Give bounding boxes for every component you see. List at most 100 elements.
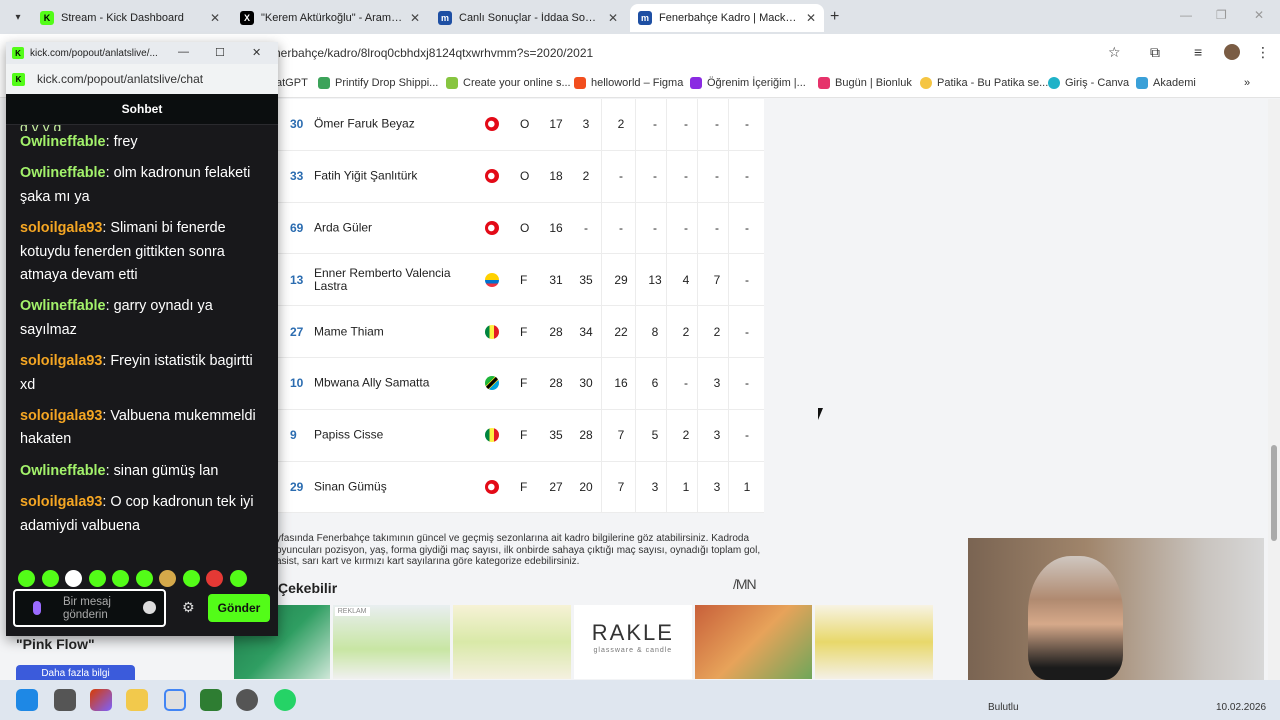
minimize-icon[interactable]: — (178, 46, 189, 58)
table-row[interactable]: 27 Mame Thiam F 28 34 22 8 2 2- (276, 306, 764, 358)
bookmark-item[interactable]: Öğrenim İçeriğim |... (690, 77, 806, 89)
file-explorer-icon[interactable] (126, 689, 148, 711)
bookmark-item[interactable]: Patika - Bu Patika se... (920, 77, 1048, 89)
menu-icon[interactable]: ⋮ (1256, 44, 1270, 61)
maximize-icon[interactable]: ❐ (1216, 8, 1227, 22)
mouse-cursor (818, 408, 828, 420)
emote-icon[interactable] (229, 570, 247, 587)
tab-canli-sonuclar[interactable]: m Canlı Sonuçlar - İddaa Sonuçları ✕ (430, 4, 626, 32)
chat-username[interactable]: Owlineffable (20, 165, 106, 181)
windows-start-icon[interactable] (16, 689, 38, 711)
page-scrollbar[interactable] (1268, 99, 1280, 680)
table-row[interactable]: 69 Arda Güler O 16- - - - - - (276, 202, 764, 255)
obs-icon[interactable] (236, 689, 258, 711)
more-bookmarks-icon[interactable]: » (1244, 77, 1250, 89)
player-name[interactable]: Papiss Cisse (314, 428, 464, 442)
profile-avatar[interactable] (1224, 44, 1240, 60)
send-button[interactable]: Gönder (208, 594, 270, 622)
new-tab-icon[interactable]: + (830, 8, 839, 26)
player-name[interactable]: Mame Thiam (314, 325, 464, 338)
emote-icon[interactable] (182, 570, 200, 587)
close-icon[interactable]: ✕ (252, 46, 261, 59)
popout-url[interactable]: kick.com/popout/anlatslive/chat (37, 72, 203, 86)
chat-messages[interactable]: g y y g Owlineffable: freyOwlineffable: … (6, 125, 278, 563)
flag-icon (485, 479, 499, 494)
settings-gear-icon[interactable]: ⚙ (182, 599, 195, 616)
emote-icon[interactable] (112, 570, 129, 587)
ad-image-rakle[interactable]: RAKLE glassware & candle (574, 605, 692, 679)
emote-icon[interactable] (65, 570, 82, 587)
chat-username[interactable]: soloilgala93 (20, 220, 102, 236)
bookmark-item[interactable]: Akademi (1136, 77, 1196, 89)
table-row[interactable]: 9 Papiss Cisse F 35 28 7 5 2 3- (276, 409, 764, 462)
url-field[interactable]: nerbahçe/kadro/8lroq0cbhdxj8124qtxwrhvmm… (274, 46, 593, 60)
jersey-number: 27 (290, 324, 304, 339)
chrome-icon[interactable] (164, 689, 186, 711)
stat-cell: 1 (743, 479, 751, 494)
extensions-icon[interactable]: ⧉ (1150, 44, 1160, 61)
chat-username[interactable]: Owlineffable (20, 298, 106, 314)
player-name[interactable]: Sinan Gümüş (314, 480, 464, 493)
player-name[interactable]: Enner Remberto Valencia Lastra (314, 266, 464, 293)
table-row[interactable]: 13 Enner Remberto Valencia Lastra F 31 35 29 1… (276, 254, 764, 307)
more-info-button[interactable]: Daha fazla bilgi (16, 665, 135, 681)
app-icon[interactable] (200, 689, 222, 711)
chat-username[interactable]: soloilgala93 (20, 353, 102, 369)
star-icon[interactable]: ☆ (1108, 44, 1121, 61)
bookmark-item[interactable]: Bugün | Bionluk (818, 77, 912, 89)
close-tab-icon[interactable]: ✕ (410, 11, 420, 25)
ad-image-glass[interactable]: REKLAM (332, 605, 451, 679)
chat-username[interactable]: soloilgala93 (20, 408, 102, 424)
ad-image-drinks[interactable] (694, 605, 813, 679)
emote-icon[interactable] (88, 570, 106, 587)
close-tab-icon[interactable]: ✕ (806, 11, 816, 25)
emote-icon[interactable] (159, 570, 176, 587)
x-icon: X (240, 11, 254, 25)
minimize-icon[interactable]: — (1180, 8, 1192, 22)
bookmark-item[interactable]: helloworld – Figma (574, 77, 683, 89)
bookmark-item[interactable]: atGPT (276, 77, 308, 89)
table-row[interactable]: 10 Mbwana Ally Samatta F 28 30 16 6-3- (276, 357, 764, 410)
close-window-icon[interactable]: ✕ (1254, 8, 1264, 22)
player-name[interactable]: Fatih Yiğit Şanlıtürk (314, 169, 464, 183)
chat-input[interactable]: Bir mesaj gönderin (13, 589, 166, 627)
whatsapp-icon[interactable] (274, 689, 296, 711)
maximize-icon[interactable]: ☐ (215, 46, 225, 59)
table-row[interactable]: 30 Ömer Faruk Beyaz O 17 3 2- - - - (276, 99, 764, 151)
mackolik-icon: m (438, 11, 452, 25)
stat-cell: - (745, 169, 749, 184)
chat-username[interactable]: Owlineffable (20, 463, 106, 479)
close-tab-icon[interactable]: ✕ (608, 11, 618, 25)
ad-image-lemon-glass[interactable] (453, 605, 572, 679)
tab-kick-dashboard[interactable]: K Stream - Kick Dashboard ✕ (32, 4, 228, 32)
emoji-icon[interactable] (143, 601, 156, 614)
tab-search-icon[interactable]: ▾ (8, 7, 28, 27)
bookmark-item[interactable]: Giriş - Canva (1048, 77, 1129, 89)
table-row[interactable]: 29 Sinan Gümüş F 27 20 7 3 1 3 1 (276, 461, 764, 514)
chat-username[interactable]: Owlineffable (20, 134, 106, 150)
player-name[interactable]: Arda Güler (314, 221, 464, 234)
emote-icon[interactable] (41, 570, 59, 587)
ad-image-yellow-glass[interactable] (815, 605, 933, 679)
tab-fenerbahce-kadro[interactable]: m Fenerbahçe Kadro | Mackolik.com ✕ (630, 4, 824, 32)
stat-cell: 28 (579, 428, 593, 443)
bookmark-item[interactable]: Create your online s... (446, 77, 571, 89)
close-tab-icon[interactable]: ✕ (210, 11, 220, 25)
emote-icon[interactable] (135, 570, 153, 587)
chat-username[interactable]: soloilgala93 (20, 494, 102, 510)
task-view-icon[interactable] (54, 689, 76, 711)
player-name[interactable]: Ömer Faruk Beyaz (314, 117, 464, 131)
scrollbar-thumb[interactable] (1271, 445, 1277, 541)
media-icon[interactable]: ≡ (1194, 44, 1202, 60)
position: O (520, 169, 530, 184)
player-name[interactable]: Mbwana Ally Samatta (314, 376, 464, 390)
column-divider (635, 202, 636, 254)
emote-icon[interactable] (206, 570, 223, 587)
ad-carousel: REKLAM RAKLE glassware & candle (234, 605, 936, 679)
emote-icon[interactable] (18, 570, 35, 587)
microphone-icon[interactable] (33, 601, 41, 615)
table-row[interactable]: 33 Fatih Yiğit Şanlıtürk O 18 2- - - - - (276, 150, 764, 203)
tab-x-search[interactable]: X "Kerem Aktürkoğlu" - Arama / X ✕ (232, 4, 428, 32)
copilot-icon[interactable] (90, 689, 112, 711)
bookmark-item[interactable]: Printify Drop Shippi... (318, 77, 438, 89)
